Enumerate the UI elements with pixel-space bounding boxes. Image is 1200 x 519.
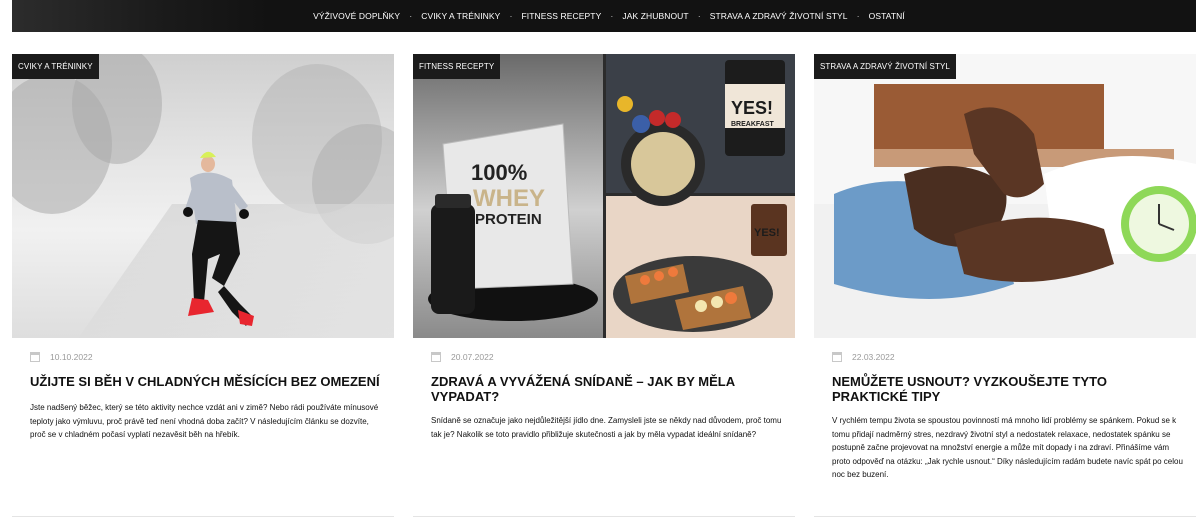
category-badge[interactable]: FITNESS RECEPTY xyxy=(413,54,501,79)
nav-separator: · xyxy=(509,11,513,21)
article-thumbnail[interactable]: 100% WHEY PROTEIN YES! BREAKFAST YES! FI… xyxy=(413,54,795,338)
sleepless-man-photo xyxy=(814,54,1196,338)
nav-item-fitness-recipes[interactable]: FITNESS RECEPTY xyxy=(521,11,601,21)
nav-item-other[interactable]: OSTATNÍ xyxy=(869,11,905,21)
nav-item-healthy-lifestyle[interactable]: STRAVA A ZDRAVÝ ŽIVOTNÍ STYL xyxy=(710,11,848,21)
category-badge[interactable]: STRAVA A ZDRAVÝ ŽIVOTNÍ STYL xyxy=(814,54,956,79)
nav-item-exercises[interactable]: CVIKY A TRÉNINKY xyxy=(421,11,500,21)
calendar-icon xyxy=(832,352,842,362)
article-date: 22.03.2022 xyxy=(852,352,895,362)
breakfast-illustration: 100% WHEY PROTEIN YES! BREAKFAST YES! xyxy=(428,60,787,332)
article-thumbnail[interactable]: CVIKY A TRÉNINKY xyxy=(12,54,394,338)
category-badge[interactable]: CVIKY A TRÉNINKY xyxy=(12,54,99,79)
article-card-healthy-breakfast: 100% WHEY PROTEIN YES! BREAKFAST YES! FI… xyxy=(413,54,795,439)
article-meta: 10.10.2022 xyxy=(30,352,93,362)
article-meta: 20.07.2022 xyxy=(431,352,494,362)
article-date: 20.07.2022 xyxy=(451,352,494,362)
article-thumbnail[interactable]: STRAVA A ZDRAVÝ ŽIVOTNÍ STYL xyxy=(814,54,1196,338)
calendar-icon xyxy=(431,352,441,362)
article-card-sleep-tips: STRAVA A ZDRAVÝ ŽIVOTNÍ STYL 22.03.2022 … xyxy=(814,54,1196,479)
article-title[interactable]: UŽIJTE SI BĚH V CHLADNÝCH MĚSÍCÍCH BEZ O… xyxy=(30,374,380,389)
article-meta: 22.03.2022 xyxy=(832,352,895,362)
nav-background-texture xyxy=(12,0,272,32)
jar2-text: YES! xyxy=(754,227,780,239)
jar-text: YES! xyxy=(731,98,773,118)
article-title[interactable]: NEMŮŽETE USNOUT? VYZKOUŠEJTE TYTO PRAKTI… xyxy=(832,374,1182,404)
bag-text-line2: WHEY xyxy=(473,185,545,212)
jar-subtext: BREAKFAST xyxy=(731,121,775,128)
nav-separator: · xyxy=(697,11,701,21)
bag-text-line1: 100% xyxy=(471,160,527,185)
article-date: 10.10.2022 xyxy=(50,352,93,362)
nav-separator: · xyxy=(856,11,860,21)
article-excerpt: Jste nadšený běžec, který se této aktivi… xyxy=(30,403,379,439)
calendar-icon xyxy=(30,352,40,362)
article-excerpt: Snídaně se označuje jako nejdůležitější … xyxy=(431,416,782,439)
article-title[interactable]: ZDRAVÁ A VYVÁŽENÁ SNÍDANĚ – JAK BY MĚLA … xyxy=(431,374,781,404)
card-divider xyxy=(413,516,795,517)
nav-item-supplements[interactable]: VÝŽIVOVÉ DOPLŇKY xyxy=(313,11,400,21)
nav-separator: · xyxy=(610,11,614,21)
card-divider xyxy=(12,516,394,517)
nav-separator: · xyxy=(409,11,413,21)
nav-item-weight-loss[interactable]: JAK ZHUBNOUT xyxy=(622,11,688,21)
winter-run-photo xyxy=(12,54,394,338)
article-excerpt: V rychlém tempu života se spoustou povin… xyxy=(832,416,1183,479)
card-divider xyxy=(814,516,1196,517)
main-menu: VÝŽIVOVÉ DOPLŇKY · CVIKY A TRÉNINKY · FI… xyxy=(313,11,905,21)
sleepless-man-illustration xyxy=(814,54,1196,338)
bag-text-line3: PROTEIN xyxy=(475,211,542,228)
breakfast-photo-collage: 100% WHEY PROTEIN YES! BREAKFAST YES! xyxy=(413,54,795,338)
article-card-winter-running: CVIKY A TRÉNINKY 10.10.2022 UŽIJTE SI BĚ… xyxy=(12,54,394,439)
top-navigation: VÝŽIVOVÉ DOPLŇKY · CVIKY A TRÉNINKY · FI… xyxy=(12,0,1196,32)
runner-figure xyxy=(183,151,254,326)
